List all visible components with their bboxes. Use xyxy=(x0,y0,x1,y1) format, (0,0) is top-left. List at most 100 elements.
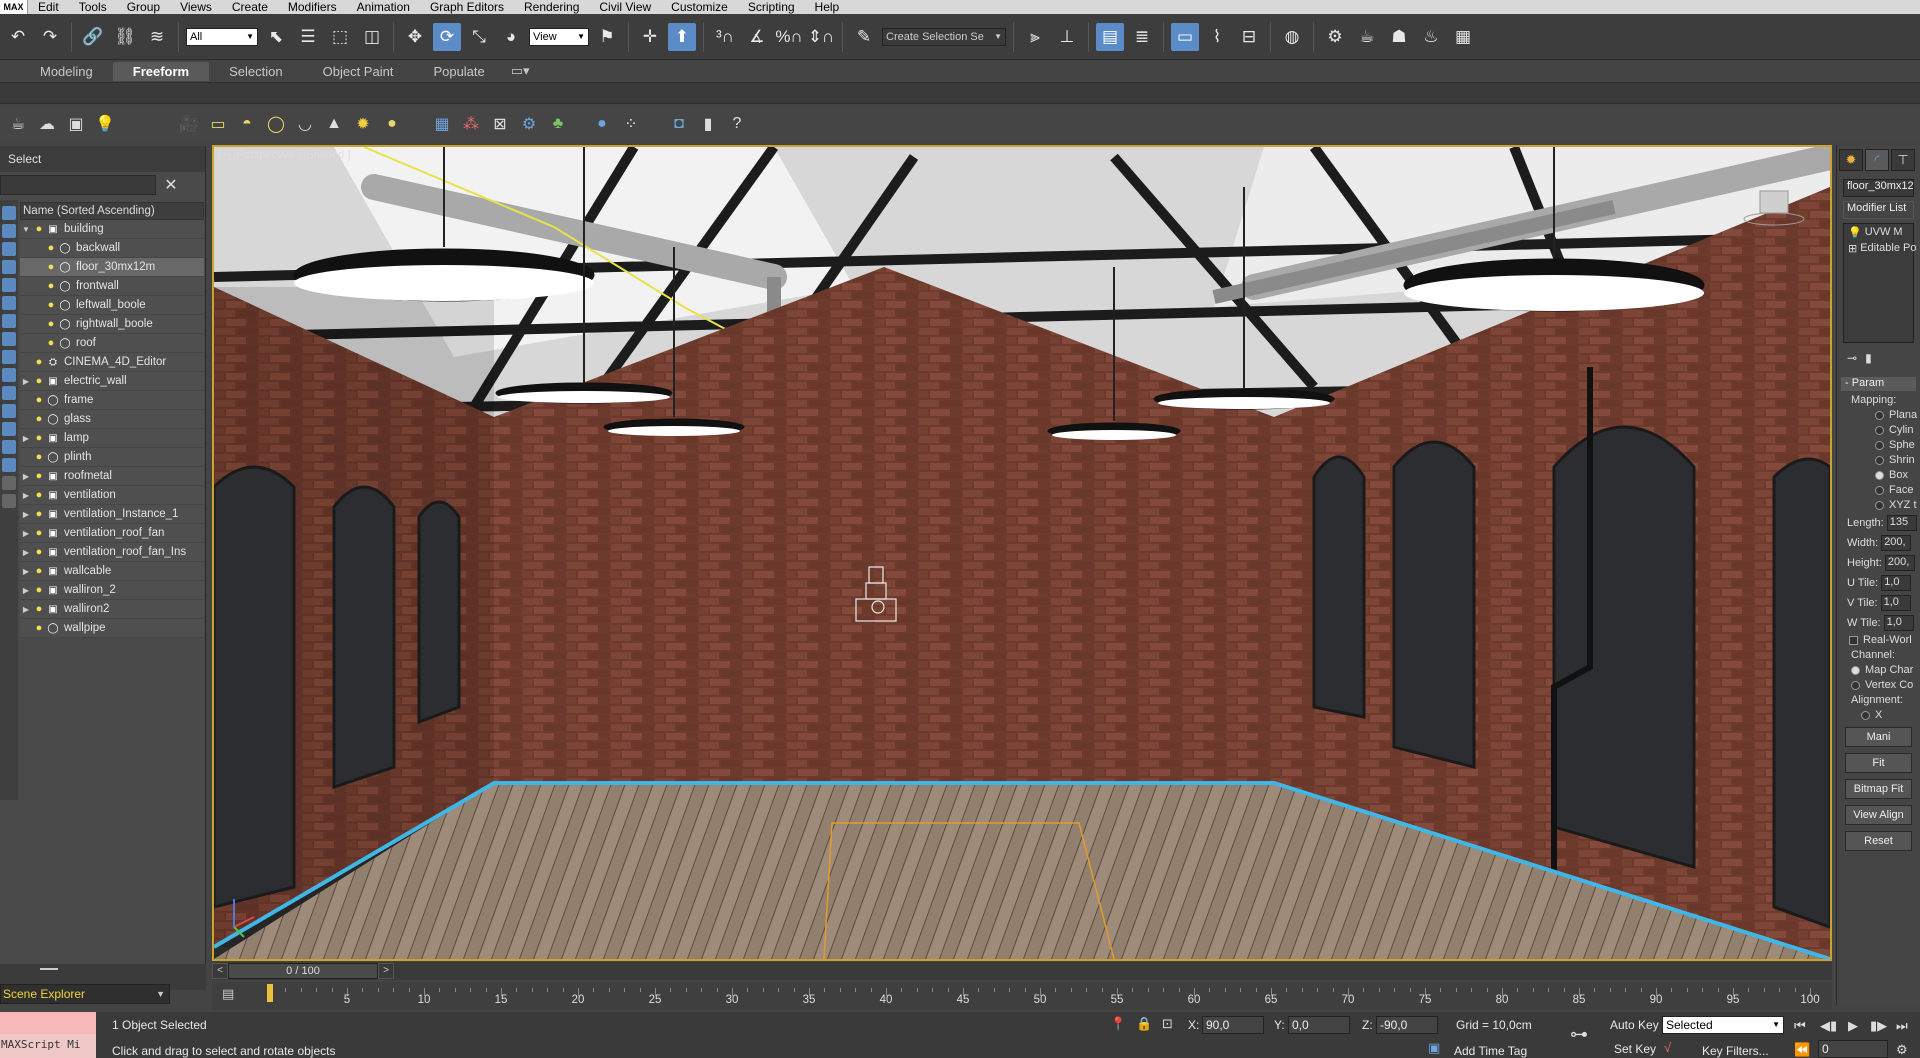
expand-arrow-icon[interactable]: ▶ xyxy=(20,377,32,386)
tab-selection[interactable]: Selection xyxy=(209,62,302,81)
parameters-rollout-header[interactable]: - Param xyxy=(1841,377,1916,391)
tree-row[interactable]: ● ◯ rightwall_boole xyxy=(20,315,204,334)
select-by-name-icon[interactable]: ☰ xyxy=(294,23,322,51)
tree-row[interactable]: ● ◯ plinth xyxy=(20,448,204,467)
rendered-frame-icon[interactable]: ☕ xyxy=(1353,23,1381,51)
rectangular-selection-icon[interactable]: ⬚ xyxy=(326,23,354,51)
menu-tools[interactable]: Tools xyxy=(69,0,117,14)
viewport-label[interactable]: [+] [Perspective ] [Shaded ] xyxy=(218,149,350,161)
material-editor-icon[interactable]: ◍ xyxy=(1278,23,1306,51)
visibility-bulb-icon[interactable]: ● xyxy=(44,337,58,349)
align-x-radio[interactable]: X xyxy=(1861,709,1920,721)
render-setup-icon[interactable]: ⚙ xyxy=(1321,23,1349,51)
track-bar[interactable]: 5 10 15 20 25 30 35 40 45 50 55 60 65 70 75 80 85 90 95 100 xyxy=(212,982,1832,1010)
display-helpers-icon[interactable] xyxy=(2,278,16,292)
visibility-bulb-icon[interactable]: ● xyxy=(32,527,46,539)
hierarchy-tab-icon[interactable]: ⊤ xyxy=(1891,149,1915,171)
x-coordinate-field[interactable]: 90,0 xyxy=(1202,1016,1264,1034)
auto-key-button[interactable]: Auto Key xyxy=(1610,1018,1659,1032)
add-time-tag[interactable]: Add Time Tag xyxy=(1454,1044,1527,1058)
visibility-bulb-icon[interactable]: ● xyxy=(44,318,58,330)
stack-item-editable-poly[interactable]: ⊞ Editable Po xyxy=(1844,240,1916,256)
radio-dot[interactable] xyxy=(1875,485,1884,495)
mapping-radio-0[interactable]: Plana xyxy=(1875,409,1920,421)
expand-arrow-icon[interactable]: ▶ xyxy=(20,434,32,443)
tree-row[interactable]: ● ◯ glass xyxy=(20,410,204,429)
tree-row[interactable]: ● ◯ leftwall_boole xyxy=(20,296,204,315)
visibility-bulb-icon[interactable]: ● xyxy=(32,375,46,387)
display-shapes-icon[interactable] xyxy=(2,224,16,238)
key-filters-button[interactable]: Key Filters... xyxy=(1702,1044,1769,1058)
visibility-bulb-icon[interactable]: ● xyxy=(44,242,58,254)
redo-icon[interactable]: ↷ xyxy=(36,23,64,51)
mirror-icon[interactable]: ⫸ xyxy=(1021,23,1049,51)
reference-coordinate-dropdown[interactable]: View ▼ xyxy=(529,27,589,46)
time-prev-icon[interactable]: < xyxy=(212,963,228,979)
menu-customize[interactable]: Customize xyxy=(661,0,738,14)
mapping-radio-2[interactable]: Sphe xyxy=(1875,439,1920,451)
expand-arrow-icon[interactable]: ▶ xyxy=(20,548,32,557)
maxscript-output[interactable]: MAXScript Mi xyxy=(0,1034,96,1055)
maxscript-listener[interactable]: MAXScript Mi xyxy=(0,1012,96,1058)
tree-row[interactable]: ▶ ● ▣ ventilation_Instance_1 xyxy=(20,505,204,524)
name-column-header[interactable]: Name (Sorted Ascending) xyxy=(20,202,204,220)
view-align-button[interactable]: View Align xyxy=(1845,805,1912,825)
select-rotate-icon[interactable]: ⟳ xyxy=(433,22,461,51)
menu-rendering[interactable]: Rendering xyxy=(514,0,589,14)
expand-arrow-icon[interactable]: ▶ xyxy=(20,567,32,576)
sphere-icon[interactable]: ◯ xyxy=(264,112,288,136)
expand-arrow-icon[interactable]: ▶ xyxy=(20,472,32,481)
gear-icon[interactable]: ⚙ xyxy=(517,112,541,136)
visibility-bulb-icon[interactable]: ● xyxy=(32,565,46,577)
tree-row[interactable]: ● ⛭ CINEMA_4D_Editor xyxy=(20,353,204,372)
tab-freeform[interactable]: Freeform xyxy=(112,61,210,81)
display-warps-icon[interactable] xyxy=(2,296,16,310)
select-move-icon[interactable]: ✥ xyxy=(401,23,429,51)
select-scale-icon[interactable]: ⤡ xyxy=(465,23,493,51)
toggle-scene-explorer-icon[interactable]: ▤ xyxy=(1096,22,1124,51)
tree-row[interactable]: ▶ ● ▣ electric_wall xyxy=(20,372,204,391)
keyboard-shortcut-icon[interactable]: ⬆ xyxy=(668,22,696,51)
next-frame-icon[interactable]: ▮▶ xyxy=(1870,1018,1887,1034)
menu-create[interactable]: Create xyxy=(222,0,278,14)
collapse-arrow-icon[interactable]: ▼ xyxy=(20,225,32,234)
display-frozen-icon[interactable] xyxy=(2,386,16,400)
teapot-icon[interactable]: ☕ xyxy=(6,112,30,136)
display-groups-icon[interactable] xyxy=(2,314,16,328)
stack-item-uvw[interactable]: 💡 UVW M xyxy=(1844,224,1913,240)
align-icon[interactable]: ⊥ xyxy=(1053,23,1081,51)
cone-icon[interactable]: ▲ xyxy=(322,112,346,136)
perspective-viewport[interactable]: [+] [Perspective ] [Shaded ] xyxy=(212,145,1832,961)
previous-frame-icon[interactable]: ◀▮ xyxy=(1820,1018,1837,1034)
named-selection-set-dropdown[interactable]: Create Selection Se ▼ xyxy=(882,27,1006,46)
visibility-bulb-icon[interactable]: ● xyxy=(32,584,46,596)
display-geometry-icon[interactable] xyxy=(2,206,16,220)
selection-filter-dropdown[interactable]: All ▼ xyxy=(186,27,258,46)
plant-icon[interactable]: ♣ xyxy=(546,112,570,136)
minimize-icon[interactable] xyxy=(40,968,58,970)
menu-edit[interactable]: Edit xyxy=(28,0,69,14)
menu-graph-editors[interactable]: Graph Editors xyxy=(420,0,514,14)
v-tile-spinner[interactable]: V Tile: 1,0 xyxy=(1847,595,1920,611)
light-icon[interactable]: 💡 xyxy=(93,112,117,136)
reset-button[interactable]: Reset xyxy=(1845,831,1912,851)
render-activeshade-icon[interactable]: ▦ xyxy=(1449,23,1477,51)
transform-gizmo-icon[interactable]: ✛ xyxy=(636,23,664,51)
tree-row[interactable]: ● ◯ wallpipe xyxy=(20,619,204,638)
menu-views[interactable]: Views xyxy=(170,0,222,14)
radio-dot[interactable] xyxy=(1875,425,1884,435)
circle-icon[interactable]: ● xyxy=(380,112,404,136)
tree-row[interactable]: ▼ ● ▣ building xyxy=(20,220,204,239)
object-name-field[interactable]: floor_30mx12m xyxy=(1843,179,1914,197)
modify-tab-icon[interactable]: ◜ xyxy=(1865,149,1889,171)
tree-row[interactable]: ● ◯ roof xyxy=(20,334,204,353)
bowl-icon[interactable]: ◡ xyxy=(293,112,317,136)
percent-snap-icon[interactable]: %∩ xyxy=(775,23,803,51)
tree-row[interactable]: ● ◯ frontwall xyxy=(20,277,204,296)
time-tag-icon[interactable]: ▣ xyxy=(1428,1040,1440,1056)
visibility-bulb-icon[interactable]: ● xyxy=(32,394,46,406)
tree-row[interactable]: ▶ ● ▣ ventilation_roof_fan_Ins xyxy=(20,543,204,562)
play-icon[interactable]: ▶ xyxy=(1848,1018,1858,1034)
pin-stack-icon[interactable]: ⊸ xyxy=(1847,351,1857,365)
select-object-icon[interactable]: ⬉ xyxy=(262,23,290,51)
